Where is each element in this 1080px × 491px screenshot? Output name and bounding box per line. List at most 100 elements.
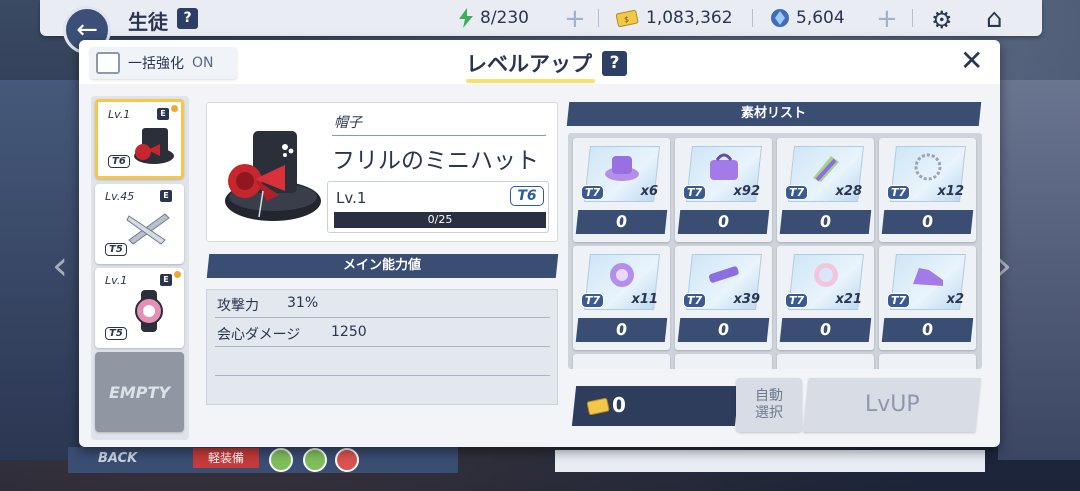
gear-icon[interactable]: ⚙: [931, 6, 953, 34]
material-selected-count[interactable]: 0: [677, 318, 770, 342]
materials-title: 素材リスト: [741, 106, 807, 121]
material-tier: T7: [785, 293, 809, 308]
auto-select-line2: 選択: [755, 405, 783, 421]
material-selected-count[interactable]: 0: [779, 318, 872, 342]
equipment-slot-list: Lv.1 E T6 Lv.45 E T5 Lv.1 E T5 EMPTY: [91, 96, 189, 440]
pink-watch-icon: [135, 290, 163, 332]
slot-level: Lv.1: [105, 274, 128, 287]
background-tag: 軽装備: [193, 448, 259, 468]
material-selected-count[interactable]: 0: [881, 318, 974, 342]
material-tier: T7: [683, 293, 707, 308]
credit-icon: [587, 397, 610, 415]
mini-hat-icon: [134, 128, 174, 164]
stat-key: 会心ダメージ: [217, 327, 301, 343]
material-selected-count[interactable]: 0: [677, 210, 770, 234]
material-item[interactable]: T7 x11 0: [573, 246, 670, 350]
stat-row-crit-damage: 会心ダメージ 1250: [215, 319, 550, 347]
divider: [752, 9, 753, 27]
rarity-badge: E: [160, 190, 172, 202]
level-up-dialog: 一括強化 ON レベルアップ ? ✕ Lv.1 E T6 Lv.45 E T5 …: [79, 40, 1000, 447]
divider: [912, 9, 913, 27]
material-item[interactable]: T7 x92 0: [675, 138, 772, 242]
bulk-checkbox[interactable]: [96, 52, 120, 74]
auto-select-line1: 自動: [755, 388, 783, 404]
xp-text: 0/25: [427, 213, 453, 226]
add-gems-icon[interactable]: +: [876, 4, 898, 34]
item-info-card: 帽子 フリルのミニハット Lv.1 T6 0/25: [206, 102, 558, 242]
xp-progress-bar: 0/25: [334, 212, 546, 228]
material-count: x92: [733, 184, 760, 199]
divider: [598, 9, 599, 27]
materials-grid: T7 x6 0 T7 x92 0 T7 x28 0 T7 x12 0 T7 x11 0 T7 x39 0 T7 x21…: [568, 133, 982, 369]
material-item[interactable]: T7 x28 0: [777, 138, 874, 242]
shoes-icon: [913, 268, 943, 286]
equipment-slot-hat[interactable]: Lv.1 E T6: [95, 99, 184, 179]
material-count: x28: [835, 184, 862, 199]
item-name: フリルのミニハット: [332, 148, 539, 174]
credits-display: $ 1,083,362: [616, 8, 733, 28]
item-tier-badge: T6: [510, 186, 544, 206]
prev-arrow-icon[interactable]: ‹: [52, 246, 68, 286]
material-item[interactable]: T7 x2 0: [879, 246, 976, 350]
main-stats-box: 攻撃力 31% 会心ダメージ 1250: [206, 289, 558, 405]
tier-badge: T5: [105, 327, 127, 340]
equipment-slot-empty[interactable]: EMPTY: [95, 352, 184, 432]
material-count: x11: [631, 292, 658, 307]
material-item[interactable]: T7 x12 0: [879, 138, 976, 242]
close-icon[interactable]: ✕: [960, 46, 983, 76]
notification-dot: [171, 105, 178, 112]
home-icon[interactable]: ⌂: [986, 4, 1003, 34]
material-selected-count[interactable]: 0: [575, 318, 668, 342]
stat-value: 1250: [331, 324, 367, 340]
material-selected-count[interactable]: 0: [779, 210, 872, 234]
credits-value: 1,083,362: [646, 8, 733, 28]
material-count: x2: [946, 292, 964, 307]
equipment-slot-hairpin[interactable]: Lv.45 E T5: [95, 184, 184, 264]
material-item[interactable]: [573, 354, 670, 369]
material-item[interactable]: T7 x21 0: [777, 246, 874, 350]
material-item[interactable]: T7 x39 0: [675, 246, 772, 350]
notification-dot: [174, 271, 181, 278]
frilled-mini-hat-icon: [225, 131, 321, 221]
item-category: 帽子: [334, 115, 362, 131]
bulk-upgrade-toggle[interactable]: 一括強化 ON: [90, 47, 237, 79]
dialog-title: レベルアップ: [466, 52, 592, 76]
crossed-pins-icon: [126, 213, 170, 245]
add-stamina-icon[interactable]: +: [564, 4, 586, 34]
help-icon[interactable]: ?: [177, 8, 198, 29]
charm-icon: [814, 263, 838, 287]
gems-display: 5,604: [770, 8, 845, 28]
gem-icon: [771, 9, 789, 27]
material-item[interactable]: T7 x6 0: [573, 138, 670, 242]
material-count: x12: [937, 184, 964, 199]
material-item[interactable]: [777, 354, 874, 369]
material-tier: T7: [887, 185, 911, 200]
smile-face-icon: [303, 448, 327, 472]
equipment-slot-watch[interactable]: Lv.1 E T5: [95, 268, 184, 348]
bulk-state: ON: [192, 55, 214, 71]
auto-select-button[interactable]: 自動 選択: [736, 378, 802, 432]
tier-badge: T5: [105, 243, 127, 256]
lightning-icon: [459, 8, 473, 28]
frown-face-icon: [335, 448, 359, 472]
rarity-badge: E: [157, 108, 169, 120]
materials-header: 素材リスト: [566, 102, 982, 126]
svg-text:$: $: [624, 15, 629, 24]
material-selected-count[interactable]: 0: [575, 210, 668, 234]
stamina-value: 8/230: [480, 8, 529, 28]
level-box: Lv.1 T6 0/25: [327, 181, 549, 233]
gems-value: 5,604: [796, 8, 845, 28]
item-level: Lv.1: [336, 189, 367, 207]
stat-row-empty: [215, 348, 550, 376]
credit-icon: $: [616, 9, 639, 27]
background-bottom-panel: [555, 450, 985, 472]
material-item[interactable]: [675, 354, 772, 369]
main-stats-title: メイン能力値: [343, 258, 422, 273]
smile-face-icon: [269, 448, 293, 472]
material-selected-count[interactable]: 0: [881, 210, 974, 234]
material-count: x6: [640, 184, 658, 199]
help-icon[interactable]: ?: [602, 51, 627, 76]
level-up-button[interactable]: LvUP: [803, 378, 981, 432]
material-item[interactable]: [879, 354, 976, 369]
material-tier: T7: [683, 185, 707, 200]
